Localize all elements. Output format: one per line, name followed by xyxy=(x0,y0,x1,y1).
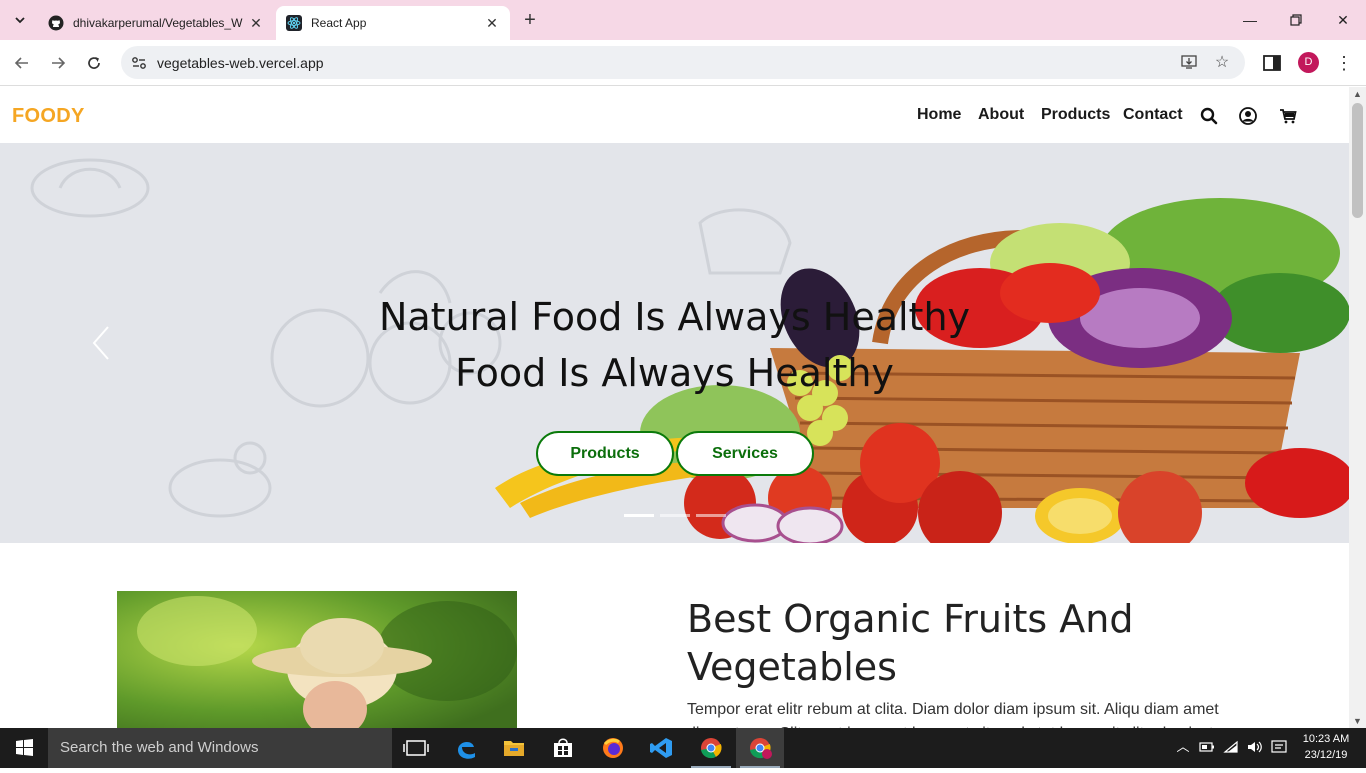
close-tab-icon[interactable]: ✕ xyxy=(484,15,500,32)
cart-icon[interactable] xyxy=(1278,106,1298,126)
hero-heading-line2: Food Is Always Healthy xyxy=(455,351,894,395)
store-icon[interactable] xyxy=(539,728,587,768)
browser-tabstrip: dhivakarperumal/Vegetables_W ✕ React App… xyxy=(0,0,1366,40)
user-icon[interactable] xyxy=(1238,106,1258,126)
about-title: Best Organic Fruits And Vegetables xyxy=(687,597,1134,689)
hero-products-button[interactable]: Products xyxy=(536,431,674,476)
close-window-button[interactable]: ✕ xyxy=(1331,8,1355,32)
chrome-profile-icon xyxy=(750,738,772,759)
clock-date: 23/12/19 xyxy=(1304,749,1348,761)
about-paragraph: Tempor erat elitr rebum at clita. Diam d… xyxy=(687,701,1222,728)
scroll-down-icon[interactable]: ▼ xyxy=(1353,716,1362,726)
carousel-prev-icon[interactable] xyxy=(90,323,114,363)
scroll-up-icon[interactable]: ▲ xyxy=(1353,89,1362,99)
show-hidden-icons-icon[interactable]: ︿ xyxy=(1174,738,1192,756)
forward-arrow-icon xyxy=(52,57,66,69)
wifi-icon[interactable] xyxy=(1222,738,1240,756)
volume-icon[interactable] xyxy=(1246,738,1264,756)
carousel-indicator-2[interactable] xyxy=(660,514,690,517)
search-icon[interactable] xyxy=(1199,106,1219,126)
farmer-photo xyxy=(117,591,517,728)
carousel-indicator-1[interactable] xyxy=(624,514,654,517)
browser-tab-react-app[interactable]: React App ✕ xyxy=(276,6,510,40)
minimize-button[interactable]: — xyxy=(1238,8,1262,32)
browser-toolbar: vegetables-web.vercel.app ☆ D ⋮ xyxy=(0,40,1366,86)
windows-taskbar: Search the web and Windows ︿ 10:23 AM 23… xyxy=(0,728,1366,768)
nav-about[interactable]: About xyxy=(978,106,1024,124)
tab-title: dhivakarperumal/Vegetables_W xyxy=(73,16,243,30)
profile-avatar[interactable]: D xyxy=(1298,52,1319,73)
taskbar-clock[interactable]: 10:23 AM 23/12/19 xyxy=(1296,731,1356,763)
hero-carousel: Natural Food Is Always Healthy Food Is A… xyxy=(0,143,1349,543)
address-bar[interactable]: vegetables-web.vercel.app ☆ xyxy=(121,46,1245,79)
nav-contact[interactable]: Contact xyxy=(1123,106,1183,124)
browser-menu-icon[interactable]: ⋮ xyxy=(1334,50,1354,76)
tab-title: React App xyxy=(311,16,367,30)
clock-time: 10:23 AM xyxy=(1302,733,1350,745)
side-panel-icon[interactable] xyxy=(1262,53,1282,73)
carousel-indicator-3[interactable] xyxy=(696,514,726,517)
task-view-icon[interactable] xyxy=(392,728,440,768)
taskbar-search-box[interactable]: Search the web and Windows xyxy=(48,728,392,768)
page-viewport: FOODY Home About Products Contact Natura… xyxy=(0,87,1366,728)
restore-button[interactable] xyxy=(1284,8,1308,32)
site-info-icon[interactable] xyxy=(129,53,149,73)
back-arrow-icon xyxy=(14,57,28,69)
nav-home[interactable]: Home xyxy=(917,106,961,124)
battery-icon[interactable] xyxy=(1198,738,1216,756)
site-logo[interactable]: FOODY xyxy=(12,105,85,128)
vscode-icon[interactable] xyxy=(638,728,686,768)
tab-search-button[interactable] xyxy=(6,7,34,33)
notification-icon[interactable] xyxy=(1270,738,1288,756)
hero-vegetable-basket-image xyxy=(30,158,1349,543)
forward-button[interactable] xyxy=(45,50,71,76)
chevron-down-icon xyxy=(15,17,25,24)
close-tab-icon[interactable]: ✕ xyxy=(248,15,264,32)
back-button[interactable] xyxy=(9,50,35,76)
github-icon xyxy=(48,15,64,31)
firefox-icon[interactable] xyxy=(589,728,637,768)
chrome-profile-app-active[interactable] xyxy=(736,728,784,768)
new-tab-button[interactable]: + xyxy=(518,9,542,33)
reload-button[interactable] xyxy=(81,50,107,76)
chrome-icon[interactable] xyxy=(687,728,735,768)
install-app-icon[interactable] xyxy=(1179,53,1199,73)
reload-icon xyxy=(88,57,100,69)
react-icon xyxy=(286,15,302,31)
windows-start-icon[interactable] xyxy=(0,728,48,768)
browser-tab-github[interactable]: dhivakarperumal/Vegetables_W ✕ xyxy=(38,6,274,40)
url-text: vegetables-web.vercel.app xyxy=(157,55,324,71)
bookmark-star-icon[interactable]: ☆ xyxy=(1212,53,1232,73)
hero-services-button[interactable]: Services xyxy=(676,431,814,476)
hero-heading-line1: Natural Food Is Always Healthy xyxy=(378,295,971,339)
edge-browser-icon[interactable] xyxy=(442,728,490,768)
nav-products[interactable]: Products xyxy=(1041,106,1110,124)
page-scrollbar[interactable]: ▲ ▼ xyxy=(1349,87,1366,728)
scroll-thumb[interactable] xyxy=(1352,103,1363,218)
site-navbar: FOODY Home About Products Contact xyxy=(0,87,1349,143)
restore-icon xyxy=(1290,14,1302,26)
file-explorer-icon[interactable] xyxy=(490,728,538,768)
